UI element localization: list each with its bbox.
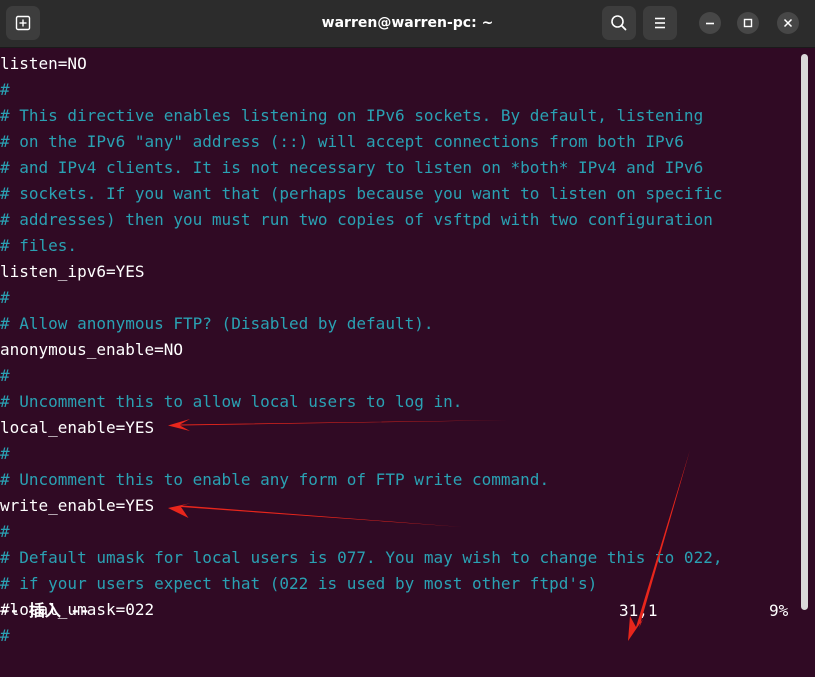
close-button[interactable] (777, 12, 799, 34)
comment-line: # Default umask for local users is 077. … (0, 548, 723, 567)
title-bar: warren@warren-pc: ~ (0, 0, 815, 48)
window-title: warren@warren-pc: ~ (321, 15, 494, 31)
comment-line: # (0, 366, 10, 385)
terminal-window: warren@warren-pc: ~ listen=NO # # This d… (0, 0, 815, 677)
search-icon (611, 15, 627, 31)
comment-line: # Uncomment this to enable any form of F… (0, 470, 550, 489)
comment-line: # (0, 444, 10, 463)
comment-line: # Allow anonymous FTP? (Disabled by defa… (0, 314, 434, 333)
vim-status-bar: -- 插入 -- 31,1 9% (0, 598, 815, 624)
comment-line: # if your users expect that (022 is used… (0, 574, 598, 593)
cursor-position: 31,1 (619, 601, 658, 620)
setting-line: anonymous_enable=NO (0, 340, 184, 359)
maximize-icon (743, 18, 753, 28)
menu-button[interactable] (643, 6, 677, 40)
comment-line: # (0, 288, 10, 307)
comment-line: # (0, 522, 10, 541)
comment-line: # Uncomment this to allow local users to… (0, 392, 463, 411)
maximize-button[interactable] (737, 12, 759, 34)
search-button[interactable] (602, 6, 636, 40)
scrollbar[interactable] (801, 54, 808, 610)
scroll-percent: 9% (769, 601, 789, 620)
terminal-content[interactable]: listen=NO # # This directive enables liste… (0, 50, 815, 677)
minimize-icon (706, 22, 714, 25)
setting-line: write_enable=YES (0, 496, 155, 515)
comment-line: # (0, 80, 10, 99)
setting-line: listen=NO (0, 54, 87, 73)
comment-line: # files. (0, 236, 78, 255)
setting-line: listen_ipv6=YES (0, 262, 145, 281)
comment-line: # and IPv4 clients. It is not necessary … (0, 158, 704, 177)
close-icon (783, 18, 793, 28)
mode-indicator: -- 插入 -- (0, 601, 90, 620)
hamburger-menu-icon (655, 17, 665, 29)
comment-line: # on the IPv6 "any" address (::) will ac… (0, 132, 684, 151)
comment-line: # addresses) then you must run two copie… (0, 210, 713, 229)
comment-line: # This directive enables listening on IP… (0, 106, 704, 125)
comment-line: # sockets. If you want that (perhaps bec… (0, 184, 723, 203)
minimize-button[interactable] (699, 12, 721, 34)
setting-line: local_enable=YES (0, 418, 155, 437)
